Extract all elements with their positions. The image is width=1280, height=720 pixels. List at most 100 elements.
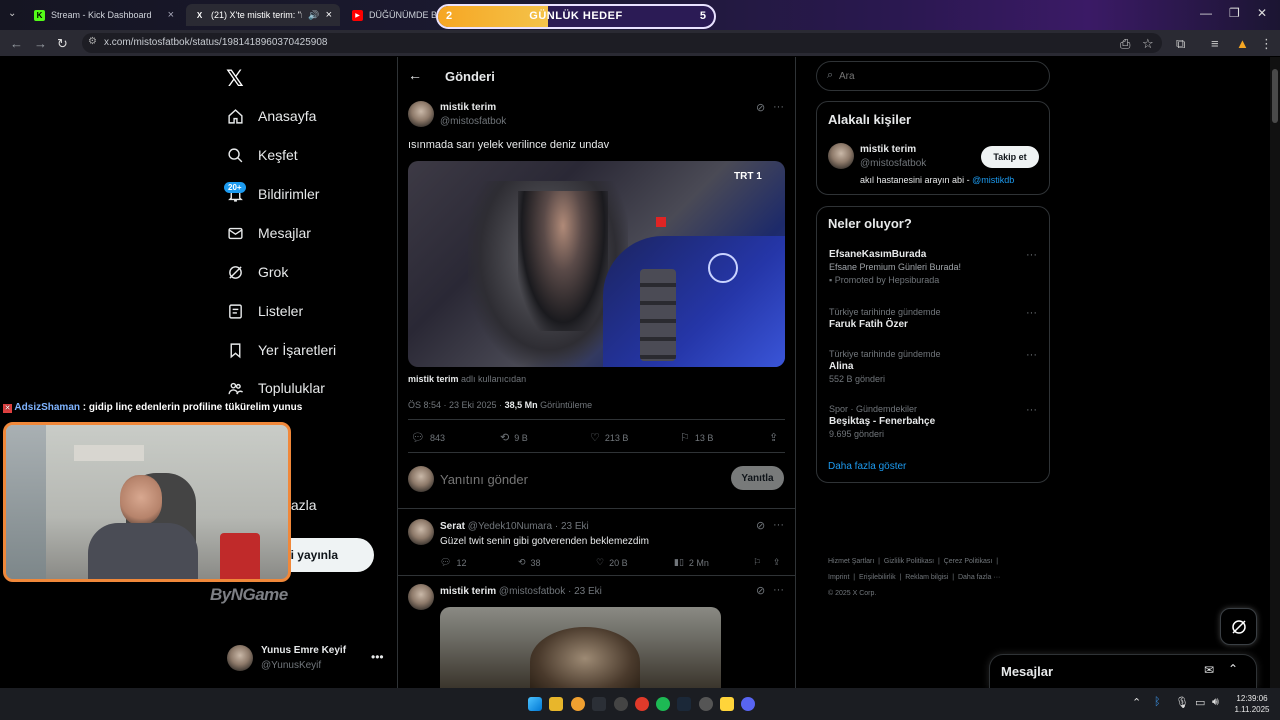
app-icon[interactable] — [720, 697, 734, 711]
bookmark-icon[interactable]: ⚐ — [753, 557, 761, 568]
related-bio-link[interactable]: @mistikdb — [972, 175, 1014, 185]
grok-fab[interactable] — [1220, 608, 1257, 645]
related-avatar[interactable] — [828, 143, 854, 169]
file-explorer-icon[interactable] — [549, 697, 563, 711]
like-action[interactable]: ♡ 213 B — [590, 431, 628, 444]
new-message-icon[interactable]: ✉ — [1204, 663, 1214, 677]
nav-lists[interactable]: Listeler — [227, 298, 303, 324]
volume-icon[interactable]: 🔊︎ — [1212, 696, 1219, 709]
star-icon[interactable]: ☆ — [1142, 36, 1154, 52]
reply-author-name[interactable]: Serat — [440, 521, 465, 532]
start-icon[interactable] — [528, 697, 542, 711]
views-action[interactable]: ▮▯ 2 Mn — [674, 557, 709, 568]
account-menu-icon[interactable]: ••• — [371, 650, 384, 664]
steam-icon[interactable] — [677, 697, 691, 711]
media-credit-name[interactable]: mistik terim — [408, 374, 459, 384]
scrollbar-thumb[interactable] — [1272, 69, 1278, 123]
follow-button[interactable]: Takip et — [981, 146, 1039, 168]
tray-expand-icon[interactable]: ⌃ — [1132, 696, 1141, 709]
bookmark-action[interactable]: ⚐ 13 B — [680, 431, 713, 444]
author-name[interactable]: mistik terim — [440, 102, 496, 113]
show-more-link[interactable]: Daha fazla göster — [828, 461, 906, 472]
related-name[interactable]: mistik terim — [860, 144, 916, 155]
reply-avatar[interactable] — [408, 584, 434, 610]
reply-avatar[interactable] — [408, 519, 434, 545]
tab-kick-dashboard[interactable]: K Stream - Kick Dashboard × — [26, 4, 182, 26]
more-options-icon[interactable]: ··· — [1026, 249, 1037, 261]
network-icon[interactable]: ▭ — [1195, 696, 1205, 709]
reply-date[interactable]: · 23 Eki — [555, 521, 589, 532]
author-avatar[interactable] — [408, 101, 434, 127]
menu-icon[interactable]: ⋮ — [1260, 36, 1273, 52]
footer-link[interactable]: Imprint — [828, 574, 849, 581]
audio-icon[interactable]: 🔊 — [308, 10, 319, 21]
reply-author-name[interactable]: mistik terim — [440, 586, 496, 597]
nav-messages[interactable]: Mesajlar — [227, 220, 311, 246]
scrollbar[interactable] — [1270, 57, 1280, 688]
back-arrow-icon[interactable]: ← — [408, 67, 422, 83]
minimize-icon[interactable]: — — [1200, 6, 1212, 20]
footer-link[interactable]: Reklam bilgisi — [905, 574, 948, 581]
bluetooth-icon[interactable]: ᛒ — [1154, 696, 1161, 708]
reply-author-handle[interactable]: @mistosfatbok — [499, 586, 565, 597]
author-handle[interactable]: @mistosfatbok — [440, 116, 506, 127]
footer-link[interactable]: Gizlilik Politikası — [884, 558, 934, 565]
footer-link[interactable]: Daha fazla ··· — [958, 574, 1000, 581]
back-icon[interactable]: ← — [10, 36, 23, 51]
tab-list-icon[interactable]: ⌄ — [8, 8, 16, 19]
reply-date[interactable]: · 23 Eki — [568, 586, 602, 597]
nav-more[interactable]: fazla — [287, 492, 317, 518]
nav-communities[interactable]: Topluluklar — [227, 375, 325, 401]
like-action[interactable]: ♡ 20 B — [596, 557, 628, 568]
forward-icon[interactable]: → — [34, 36, 47, 51]
close-window-icon[interactable]: ✕ — [1257, 6, 1267, 20]
search-input[interactable] — [839, 68, 1039, 84]
reply-image[interactable] — [440, 607, 721, 688]
post-time[interactable]: ÖS 8:54 · 23 Eki 2025 · — [408, 400, 505, 410]
reply-action[interactable]: 💬︎ 12 — [440, 557, 466, 568]
install-icon[interactable]: ⎙ — [1120, 36, 1130, 52]
reply-action[interactable]: 💬︎ 843 — [411, 431, 445, 444]
close-tab-icon[interactable]: × — [326, 9, 332, 21]
extensions-icon[interactable]: ⧉ — [1176, 36, 1185, 52]
tab-youtube[interactable]: ▶ DÜĞÜNÜMDE BİLE — [344, 4, 436, 26]
media-icon[interactable]: ≡ — [1211, 36, 1219, 51]
url-field[interactable]: ⚙ x.com/mistosfatbok/status/198141896037… — [82, 33, 1162, 53]
trend-item[interactable]: Türkiye tarihinde gündemde Faruk Fatih Ö… — [829, 307, 1037, 330]
site-info-icon[interactable]: ⚙ — [88, 36, 97, 47]
browser-icon[interactable] — [571, 697, 585, 711]
clock[interactable]: 12:39:06 1.11.2025 — [1230, 693, 1274, 715]
trend-item[interactable]: EfsaneKasımBurada Efsane Premium Günleri… — [829, 249, 1037, 285]
more-options-icon[interactable]: ··· — [1026, 307, 1037, 319]
close-tab-icon[interactable]: × — [168, 9, 174, 21]
nav-home[interactable]: Anasayfa — [227, 103, 316, 129]
grok-icon[interactable]: ⊘ — [756, 519, 765, 532]
footer-link[interactable]: Erişilebilirlik — [859, 574, 896, 581]
tab-x-post[interactable]: X (21) X'te mistik terim: "ısınm 🔊 × — [186, 4, 340, 26]
x-logo-icon[interactable]: 𝕏 — [226, 66, 244, 92]
app-icon[interactable] — [635, 697, 649, 711]
related-handle[interactable]: @mistosfatbok — [860, 158, 926, 169]
share-icon[interactable]: ⇪ — [773, 557, 781, 568]
reply-input[interactable] — [440, 469, 720, 489]
obs-icon[interactable] — [614, 697, 628, 711]
nav-grok[interactable]: Grok — [227, 259, 288, 285]
footer-link[interactable]: Hizmet Şartları — [828, 558, 874, 565]
discord-icon[interactable] — [741, 697, 755, 711]
app-icon[interactable] — [592, 697, 606, 711]
app-icon[interactable] — [699, 697, 713, 711]
messages-dock[interactable]: Mesajlar ✉ ⌃ — [989, 654, 1257, 688]
more-options-icon[interactable]: ··· — [773, 519, 784, 531]
reply-button[interactable]: Yanıtla — [731, 466, 784, 490]
spotify-icon[interactable] — [656, 697, 670, 711]
repost-action[interactable]: ⟲ 9 B — [500, 431, 528, 444]
more-options-icon[interactable]: ··· — [1026, 349, 1037, 361]
footer-link[interactable]: Çerez Politikası — [944, 558, 993, 565]
nav-bookmarks[interactable]: Yer İşaretleri — [227, 337, 336, 363]
trend-item[interactable]: Spor · Gündemdekiler Beşiktaş - Fenerbah… — [829, 404, 1037, 439]
brave-icon[interactable]: ▲ — [1236, 36, 1249, 51]
more-options-icon[interactable]: ··· — [773, 101, 784, 113]
grok-icon[interactable]: ⊘ — [756, 584, 765, 597]
search-box[interactable]: ⌕ — [816, 61, 1050, 91]
avatar[interactable] — [227, 645, 253, 671]
